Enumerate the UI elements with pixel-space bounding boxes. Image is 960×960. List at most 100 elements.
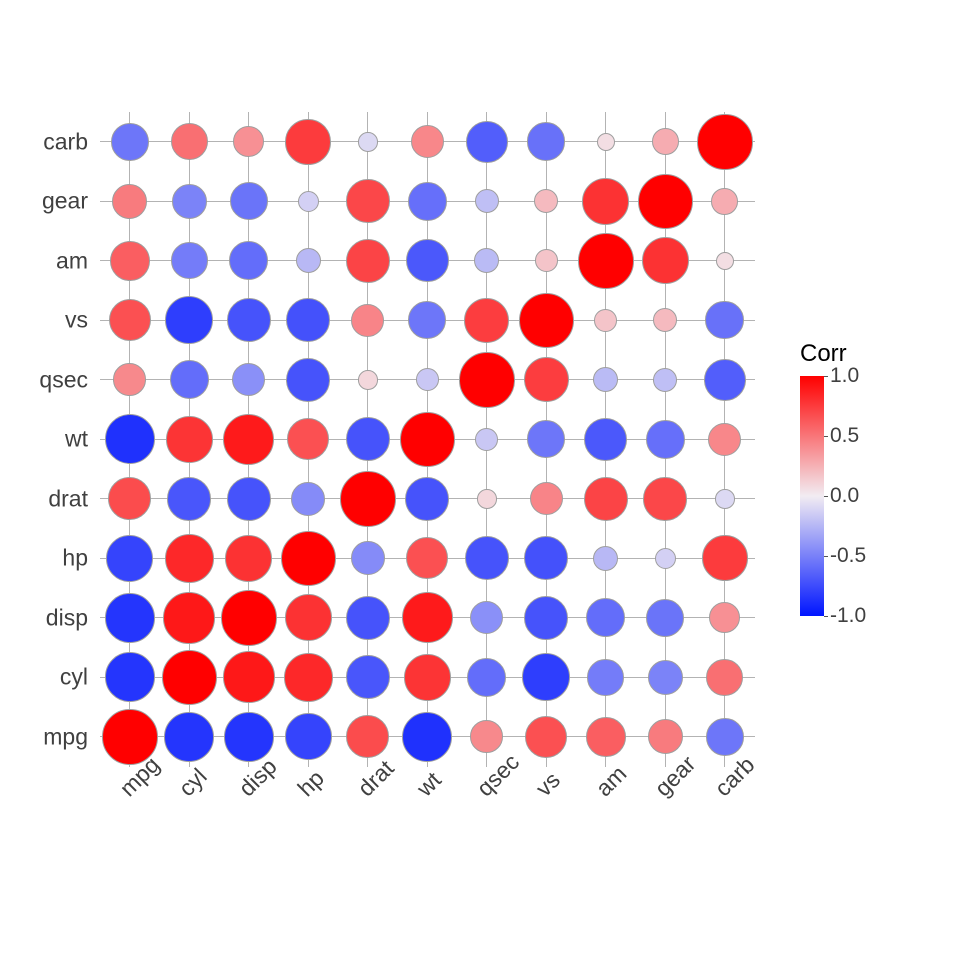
corr-dot bbox=[404, 654, 451, 701]
corr-dot bbox=[411, 125, 444, 158]
corr-dot bbox=[475, 428, 498, 451]
corr-dot bbox=[466, 121, 508, 163]
corr-dot bbox=[470, 601, 503, 634]
legend-tick-label: -0.5 bbox=[830, 544, 866, 568]
corr-matrix-plot bbox=[100, 112, 755, 767]
corr-dot bbox=[535, 249, 558, 272]
corr-dot bbox=[467, 658, 506, 697]
corr-dot bbox=[584, 477, 628, 521]
corr-dot bbox=[587, 659, 624, 696]
corr-dot bbox=[291, 482, 325, 516]
corr-dot bbox=[402, 712, 452, 762]
corr-dot bbox=[281, 531, 337, 587]
corr-dot bbox=[224, 712, 274, 762]
corr-dot bbox=[706, 659, 743, 696]
corr-dot bbox=[163, 592, 215, 644]
corr-dot bbox=[655, 548, 676, 569]
y-tick-label: wt bbox=[0, 426, 88, 453]
legend-tick-label: 0.0 bbox=[830, 484, 859, 508]
corr-dot bbox=[465, 536, 509, 580]
corr-dot bbox=[534, 189, 558, 213]
corr-dot bbox=[702, 535, 748, 581]
corr-dot bbox=[406, 537, 448, 579]
x-tick-label: cyl bbox=[174, 763, 213, 802]
corr-dot bbox=[162, 650, 218, 706]
x-tick-label: hp bbox=[293, 765, 330, 802]
corr-dot bbox=[105, 593, 155, 643]
corr-dot bbox=[406, 239, 449, 282]
x-tick-label: wt bbox=[412, 767, 447, 802]
corr-dot bbox=[524, 357, 569, 402]
corr-dot bbox=[109, 299, 151, 341]
corr-dot bbox=[227, 477, 271, 521]
y-tick-label: hp bbox=[0, 545, 88, 572]
corr-dot bbox=[171, 242, 208, 279]
y-tick-label: drat bbox=[0, 485, 88, 512]
corr-dot bbox=[524, 596, 568, 640]
chart-container: carbgearamvsqsecwtdrathpdispcylmpg mpgcy… bbox=[0, 0, 960, 960]
corr-dot bbox=[705, 301, 744, 340]
corr-dot bbox=[593, 367, 618, 392]
corr-dot bbox=[653, 368, 677, 392]
corr-dot bbox=[111, 123, 149, 161]
corr-dot bbox=[646, 420, 685, 459]
corr-dot bbox=[416, 368, 439, 391]
corr-dot bbox=[642, 237, 689, 284]
legend-bar: 1.00.50.0-0.5-1.0 bbox=[800, 376, 884, 616]
corr-dot bbox=[648, 719, 683, 754]
corr-dot bbox=[358, 370, 378, 390]
corr-dot bbox=[225, 535, 272, 582]
corr-dot bbox=[519, 293, 575, 349]
corr-dot bbox=[697, 114, 753, 170]
corr-dot bbox=[285, 713, 332, 760]
corr-dot bbox=[227, 298, 271, 342]
corr-dot bbox=[164, 712, 214, 762]
corr-dot bbox=[287, 418, 329, 460]
y-tick-label: gear bbox=[0, 188, 88, 215]
corr-dot bbox=[296, 248, 321, 273]
corr-dot bbox=[340, 471, 396, 527]
corr-dot bbox=[358, 132, 378, 152]
legend-tick-label: -1.0 bbox=[830, 604, 866, 628]
corr-dot bbox=[113, 363, 146, 396]
y-tick-label: cyl bbox=[0, 664, 88, 691]
x-tick-label: vs bbox=[531, 767, 566, 802]
corr-dot bbox=[286, 358, 330, 402]
corr-dot bbox=[582, 178, 629, 225]
corr-dot bbox=[285, 594, 332, 641]
corr-dot bbox=[477, 489, 497, 509]
corr-dot bbox=[298, 191, 319, 212]
corr-dot bbox=[653, 308, 677, 332]
corr-dot bbox=[233, 126, 264, 157]
corr-dot bbox=[106, 535, 153, 582]
corr-dot bbox=[285, 119, 331, 165]
corr-dot bbox=[643, 477, 687, 521]
corr-dot bbox=[167, 477, 211, 521]
corr-dot bbox=[351, 541, 385, 575]
corr-dot bbox=[108, 477, 151, 520]
corr-dot bbox=[223, 414, 274, 465]
corr-dot bbox=[715, 489, 735, 509]
corr-dot bbox=[474, 248, 499, 273]
corr-dot bbox=[171, 123, 208, 160]
color-legend: Corr 1.00.50.0-0.5-1.0 bbox=[800, 340, 884, 616]
corr-dot bbox=[716, 252, 734, 270]
corr-dot bbox=[284, 653, 333, 702]
corr-dot bbox=[346, 596, 390, 640]
y-tick-label: vs bbox=[0, 307, 88, 334]
corr-dot bbox=[593, 546, 618, 571]
y-tick-label: mpg bbox=[0, 723, 88, 750]
corr-dot bbox=[475, 189, 499, 213]
corr-dot bbox=[704, 359, 746, 401]
corr-dot bbox=[524, 536, 568, 580]
y-tick-label: carb bbox=[0, 128, 88, 155]
corr-dot bbox=[522, 653, 570, 701]
corr-dot bbox=[400, 412, 456, 468]
corr-dot bbox=[172, 184, 207, 219]
corr-dot bbox=[112, 184, 147, 219]
corr-dot bbox=[530, 482, 563, 515]
corr-dot bbox=[586, 717, 626, 757]
corr-dot bbox=[221, 590, 277, 646]
y-tick-label: am bbox=[0, 247, 88, 274]
corr-dot bbox=[470, 720, 503, 753]
